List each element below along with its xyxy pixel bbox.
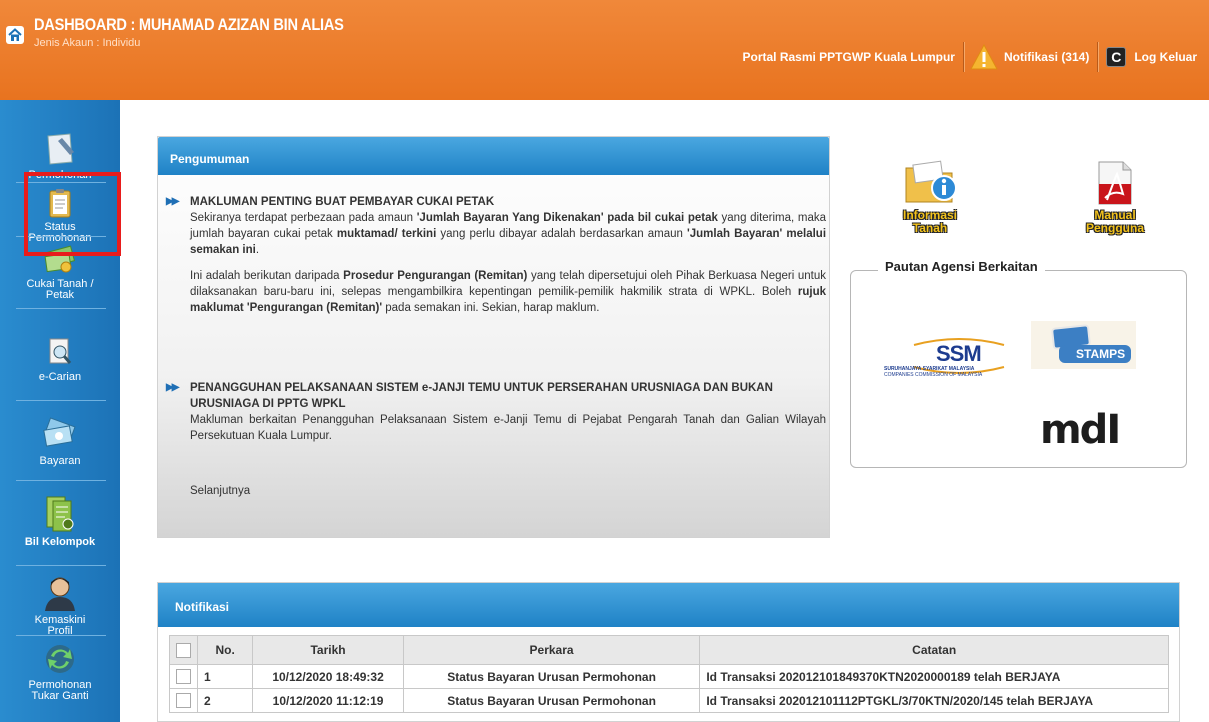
- announcement-title: ▶▶ MAKLUMAN PENTING BUAT PEMBAYAR CUKAI …: [166, 194, 826, 210]
- text: Ini adalah berikutan daripada: [190, 270, 344, 282]
- home-icon[interactable]: [6, 26, 24, 44]
- sidebar-item-bil-kelompok[interactable]: Bil Kelompok: [0, 495, 120, 548]
- mdi-logo-link[interactable]: mdI: [1040, 408, 1138, 452]
- account-type-label: Jenis Akaun : Individu: [34, 37, 141, 49]
- divider: [16, 308, 106, 309]
- pdf-icon: [1098, 161, 1132, 205]
- money-stack-icon: [43, 417, 76, 447]
- sidebar-item-label: Bil Kelompok: [24, 536, 96, 548]
- highlight-box: [24, 172, 121, 256]
- text: .: [255, 244, 260, 256]
- ssm-logo-link[interactable]: SSM SURUHANJAYA SYARIKAT MALAYSIA COMPAN…: [884, 333, 1024, 379]
- label-line: Pengguna: [1085, 221, 1144, 235]
- informasi-tanah-label: Informasi Tanah: [885, 209, 975, 235]
- cell-tarikh: 10/12/2020 11:12:19: [252, 688, 404, 713]
- announcement-title[interactable]: ▶▶ PENANGGUHAN PELAKSANAAN SISTEM e-JANJ…: [166, 380, 826, 412]
- cell-perkara: Status Bayaran Urusan Permohonan: [402, 664, 701, 689]
- ssm-caption: COMPANIES COMMISSION OF MALAYSIA: [884, 372, 983, 378]
- announcement-item: ▶▶ MAKLUMAN PENTING BUAT PEMBAYAR CUKAI …: [166, 194, 826, 316]
- stamps-logo-link[interactable]: STAMPS: [1031, 321, 1136, 369]
- announcement-body: Makluman berkaitan Penangguhan Pelaksana…: [190, 414, 826, 442]
- bill-group-icon: [46, 496, 74, 532]
- top-header: DASHBOARD : MUHAMAD AZIZAN BIN ALIAS Jen…: [0, 0, 1209, 100]
- exchange-icon: [46, 645, 74, 673]
- cell-catatan: Id Transaksi 202012101112PTGKL/3/70KTN/2…: [699, 688, 1169, 713]
- column-header[interactable]: No.: [196, 635, 254, 665]
- cell-no: 2: [196, 688, 254, 713]
- divider: [16, 400, 106, 401]
- warning-icon[interactable]: [970, 44, 998, 70]
- logout-icon[interactable]: C: [1106, 47, 1127, 67]
- table-header-row: No. Tarikh Perkara Catatan: [169, 635, 1169, 665]
- page-title: DASHBOARD : MUHAMAD AZIZAN BIN ALIAS: [34, 15, 344, 34]
- cell-no: 1: [196, 664, 254, 689]
- sidebar-item-label: e-Carian: [38, 371, 82, 383]
- column-header[interactable]: Catatan: [699, 635, 1169, 665]
- text-bold: Prosedur Pengurangan (Remitan): [343, 270, 528, 282]
- cell-tarikh: 10/12/2020 18:49:32: [252, 664, 404, 689]
- sidebar-item-label: Cukai Tanah / Petak: [26, 278, 94, 301]
- document-pen-icon: [47, 133, 74, 165]
- more-link[interactable]: Selanjutnya: [166, 483, 826, 499]
- text-bold: muktamad/ terkini: [336, 228, 437, 240]
- user-icon: [45, 577, 75, 611]
- info-folder-icon: [905, 160, 957, 203]
- select-all-checkbox[interactable]: [176, 642, 191, 658]
- divider: [16, 635, 106, 636]
- portal-link[interactable]: Portal Rasmi PPTGWP Kuala Lumpur: [734, 50, 962, 64]
- magnify-document-icon: [49, 338, 72, 364]
- sidebar-item-kemaskini-profil[interactable]: Kemaskini Profil: [0, 575, 120, 637]
- announcement-item: ▶▶ PENANGGUHAN PELAKSANAAN SISTEM e-JANJ…: [166, 380, 826, 444]
- text: Sekiranya terdapat perbezaan pada amaun: [190, 212, 417, 224]
- announcement-heading: Pengumuman: [158, 137, 829, 175]
- sidebar-item-e-carian[interactable]: e-Carian: [0, 338, 120, 383]
- column-header[interactable]: Perkara: [402, 635, 701, 665]
- sidebar-item-label: Permohonan Tukar Ganti: [28, 679, 92, 702]
- announcement-title-text: MAKLUMAN PENTING BUAT PEMBAYAR CUKAI PET…: [190, 196, 495, 208]
- more-link-wrap: Selanjutnya: [166, 483, 826, 499]
- notification-panel: Notifikasi No. Tarikh Perkara Catatan 1 …: [157, 582, 1180, 722]
- ssm-logo-text: SSM: [936, 341, 982, 366]
- double-arrow-icon: ▶▶: [166, 196, 179, 207]
- row-checkbox-cell: [169, 688, 198, 713]
- table-row[interactable]: 1 10/12/2020 18:49:32 Status Bayaran Uru…: [169, 664, 1169, 689]
- stamps-logo-text: STAMPS: [1076, 347, 1126, 361]
- row-checkbox-cell: [169, 664, 198, 689]
- notifications-link[interactable]: Notifikasi (314): [1002, 50, 1097, 64]
- logout-link[interactable]: Log Keluar: [1126, 50, 1205, 64]
- text: yang perlu dibayar adalah berdasarkan am…: [436, 228, 688, 240]
- mdi-logo-text: mdI: [1040, 407, 1121, 453]
- row-checkbox[interactable]: [176, 693, 191, 708]
- agency-links-title: Pautan Agensi Berkaitan: [878, 259, 1045, 274]
- cell-perkara: Status Bayaran Urusan Permohonan: [402, 688, 701, 713]
- column-header[interactable]: Tarikh: [252, 635, 404, 665]
- sidebar-item-label: Bayaran: [39, 455, 81, 467]
- informasi-tanah-button[interactable]: Informasi Tanah: [885, 160, 975, 235]
- manual-pengguna-label: Manual Pengguna: [1070, 209, 1160, 235]
- text-bold: 'Jumlah Bayaran Yang Dikenakan' pada bil…: [416, 212, 718, 224]
- select-all-cell: [169, 635, 198, 665]
- cell-catatan: Id Transaksi 202012101849370KTN202000018…: [699, 664, 1169, 689]
- announcement-body: Sekiranya terdapat perbezaan pada amaun …: [166, 210, 826, 258]
- manual-pengguna-button[interactable]: Manual Pengguna: [1070, 160, 1160, 235]
- divider: [16, 565, 106, 566]
- top-links: Portal Rasmi PPTGWP Kuala Lumpur Notifik…: [734, 41, 1205, 73]
- text: pada semakan ini. Sekian, harap maklum.: [382, 302, 600, 314]
- stamps-logo: [1031, 321, 1136, 369]
- sidebar-item-bayaran[interactable]: Bayaran: [0, 416, 120, 467]
- announcement-panel: Pengumuman ▶▶ MAKLUMAN PENTING BUAT PEMB…: [157, 136, 830, 538]
- announcement-body: Ini adalah berikutan daripada Prosedur P…: [166, 268, 826, 316]
- divider: [1097, 42, 1099, 72]
- label-line: Tanah: [912, 221, 948, 235]
- sidebar-item-label: Kemaskini Profil: [34, 614, 86, 637]
- divider: [962, 42, 964, 72]
- table-row[interactable]: 2 10/12/2020 11:12:19 Status Bayaran Uru…: [169, 688, 1169, 713]
- divider: [16, 480, 106, 481]
- announcement-title-text: PENANGGUHAN PELAKSANAAN SISTEM e-JANJI T…: [190, 382, 773, 410]
- sidebar-item-tukar-ganti[interactable]: Permohonan Tukar Ganti: [0, 642, 120, 702]
- notification-table: No. Tarikh Perkara Catatan 1 10/12/2020 …: [169, 635, 1169, 713]
- notification-heading: Notifikasi: [158, 583, 1179, 627]
- row-checkbox[interactable]: [176, 669, 191, 684]
- double-arrow-icon: ▶▶: [166, 382, 179, 393]
